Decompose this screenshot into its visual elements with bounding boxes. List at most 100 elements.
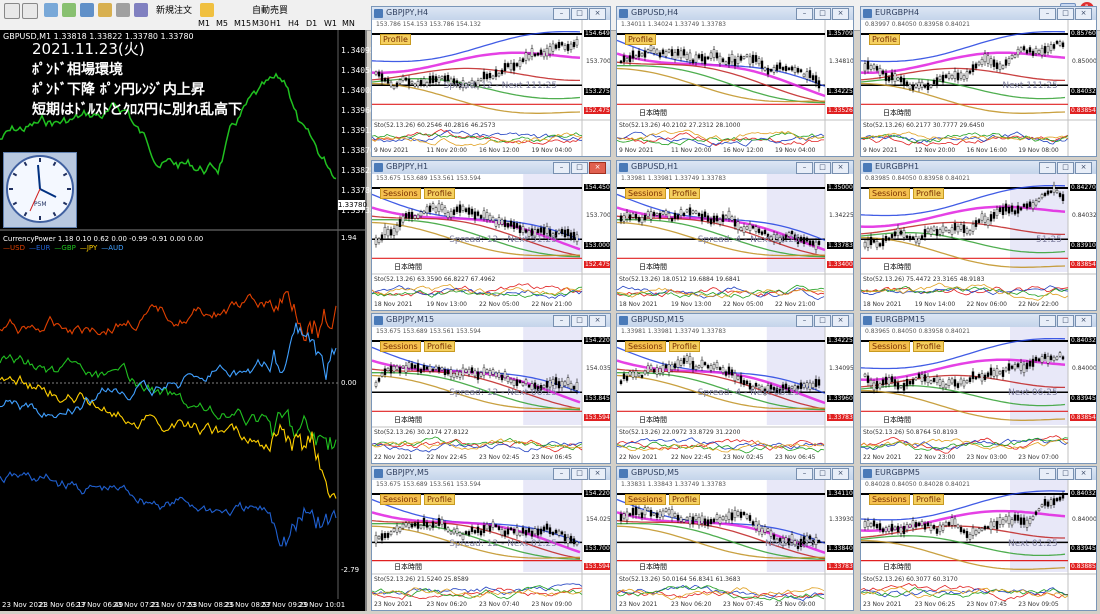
minimize-button[interactable]: – xyxy=(1039,8,1056,20)
window-title-bar[interactable]: GBPJPY,M5 – □ × xyxy=(372,467,610,481)
timeframe-mn[interactable]: MN xyxy=(342,19,355,28)
sessions-tag[interactable]: Sessions xyxy=(869,341,910,352)
sessions-tag[interactable]: Sessions xyxy=(625,494,666,505)
close-button[interactable]: × xyxy=(589,315,606,327)
new-chart-icon[interactable] xyxy=(44,3,58,17)
close-button[interactable]: × xyxy=(832,468,849,480)
maximize-button[interactable]: □ xyxy=(1057,8,1074,20)
chart-window-eurgbph4[interactable]: EURGBPH4– □ × 0.83997 0.84050 0.83958 0.840… xyxy=(860,6,1097,157)
chart-plot-area[interactable]: 153.675 153.689 153.561 153.594 Sessions P… xyxy=(372,327,610,463)
profile-tag[interactable]: Profile xyxy=(380,34,411,45)
window-title-bar[interactable]: GBPJPY,H1 – □ × xyxy=(372,161,610,175)
sessions-tag[interactable]: Sessions xyxy=(625,341,666,352)
minimize-button[interactable]: – xyxy=(796,162,813,174)
chart-plot-area[interactable]: 1.33981 1.33981 1.33749 1.33783 Sessions P… xyxy=(617,327,853,463)
close-button[interactable]: × xyxy=(589,8,606,20)
chart-plot-area[interactable]: 153.675 153.689 153.561 153.594 Sessions P… xyxy=(372,174,610,310)
profile-tag[interactable]: Profile xyxy=(669,188,700,199)
profiles-icon[interactable] xyxy=(62,3,76,17)
analog-clock[interactable]: P5M xyxy=(3,152,77,228)
chart-window-gbpusdh1[interactable]: GBPUSD,H1– □ × 1.33981 1.33981 1.33749 1.33… xyxy=(616,160,854,311)
maximize-button[interactable]: □ xyxy=(571,8,588,20)
maximize-button[interactable]: □ xyxy=(814,8,831,20)
new-order-button[interactable]: 新規注文 xyxy=(152,3,196,19)
close-button[interactable]: × xyxy=(832,8,849,20)
chart-plot-area[interactable]: 0.84028 0.84050 0.84028 0.84021 Sessions P… xyxy=(861,480,1096,610)
close-button[interactable]: × xyxy=(1075,315,1092,327)
window-title-bar[interactable]: GBPUSD,H4 – □ × xyxy=(617,7,853,21)
window-title-bar[interactable]: EURGBPH1 – □ × xyxy=(861,161,1096,175)
window-title-bar[interactable]: GBPUSD,H1 – □ × xyxy=(617,161,853,175)
sessions-tag[interactable]: Sessions xyxy=(625,188,666,199)
window-title-bar[interactable]: GBPJPY,M15 – □ × xyxy=(372,314,610,328)
profile-tag[interactable]: Profile xyxy=(424,494,455,505)
minimize-button[interactable]: – xyxy=(796,8,813,20)
window-title-bar[interactable]: GBPUSD,M15 – □ × xyxy=(617,314,853,328)
minimize-button[interactable]: – xyxy=(796,468,813,480)
minimize-button[interactable]: – xyxy=(553,162,570,174)
chart-window-gbpjpym15[interactable]: GBPJPY,M15– □ × 153.675 153.689 153.561 153… xyxy=(371,313,611,464)
window-title-bar[interactable]: GBPJPY,H4 – □ × xyxy=(372,7,610,21)
tester-icon[interactable] xyxy=(134,3,148,17)
window-title-bar[interactable]: EURGBPM15 – □ × xyxy=(861,314,1096,328)
chart-window-gbpusdm15[interactable]: GBPUSD,M15– □ × 1.33981 1.33981 1.33749 1.3… xyxy=(616,313,854,464)
chart-window-gbpjpyh4[interactable]: GBPJPY,H4– □ × 153.786 154.153 153.786 154.… xyxy=(371,6,611,157)
minimize-button[interactable]: – xyxy=(1039,162,1056,174)
profile-tag[interactable]: Profile xyxy=(424,341,455,352)
minimize-button[interactable]: – xyxy=(1039,315,1056,327)
close-button[interactable]: × xyxy=(589,162,606,174)
sessions-tag[interactable]: Sessions xyxy=(380,494,421,505)
timeframe-m30[interactable]: M30 xyxy=(252,19,269,28)
crosshair-icon[interactable] xyxy=(22,3,38,19)
minimize-button[interactable]: – xyxy=(553,315,570,327)
chart-plot-area[interactable]: 1.33831 1.33843 1.33749 1.33783 Sessions P… xyxy=(617,480,853,610)
chart-plot-area[interactable]: 153.675 153.689 153.561 153.594 Sessions P… xyxy=(372,480,610,610)
minimize-button[interactable]: – xyxy=(796,315,813,327)
sessions-tag[interactable]: Sessions xyxy=(869,494,910,505)
profile-tag[interactable]: Profile xyxy=(913,341,944,352)
timeframe-w1[interactable]: W1 xyxy=(324,19,337,28)
profile-tag[interactable]: Profile xyxy=(669,494,700,505)
maximize-button[interactable]: □ xyxy=(1057,162,1074,174)
maximize-button[interactable]: □ xyxy=(1057,315,1074,327)
maximize-button[interactable]: □ xyxy=(814,162,831,174)
timeframe-h4[interactable]: H4 xyxy=(288,19,299,28)
chart-window-gbpusdm5[interactable]: GBPUSD,M5– □ × 1.33831 1.33843 1.33749 1.33… xyxy=(616,466,854,611)
chart-window-gbpusdh4[interactable]: GBPUSD,H4– □ × 1.34011 1.34024 1.33749 1.33… xyxy=(616,6,854,157)
cursor-icon[interactable] xyxy=(4,3,20,19)
chart-window-gbpjpym5[interactable]: GBPJPY,M5– □ × 153.675 153.689 153.561 153.… xyxy=(371,466,611,611)
maximize-button[interactable]: □ xyxy=(571,162,588,174)
profile-tag[interactable]: Profile xyxy=(869,34,900,45)
auto-trade-button[interactable]: 自動売買 xyxy=(248,3,292,19)
chart-window-gbpjpyh1[interactable]: GBPJPY,H1– □ × 153.675 153.689 153.561 153.… xyxy=(371,160,611,311)
maximize-button[interactable]: □ xyxy=(814,315,831,327)
close-button[interactable]: × xyxy=(1075,162,1092,174)
timeframe-m5[interactable]: M5 xyxy=(216,19,228,28)
chart-window-eurgbpm5[interactable]: EURGBPM5– □ × 0.84028 0.84050 0.84028 0.840… xyxy=(860,466,1097,611)
navigator-icon[interactable] xyxy=(98,3,112,17)
maximize-button[interactable]: □ xyxy=(1057,468,1074,480)
minimize-button[interactable]: – xyxy=(553,8,570,20)
timeframe-m15[interactable]: M15 xyxy=(234,19,251,28)
terminal-icon[interactable] xyxy=(116,3,130,17)
maximize-button[interactable]: □ xyxy=(814,468,831,480)
window-title-bar[interactable]: GBPUSD,M5 – □ × xyxy=(617,467,853,481)
minimize-button[interactable]: – xyxy=(553,468,570,480)
chart-window-eurgbph1[interactable]: EURGBPH1– □ × 0.83985 0.84050 0.83958 0.840… xyxy=(860,160,1097,311)
close-button[interactable]: × xyxy=(832,162,849,174)
chart-plot-area[interactable]: 1.33981 1.33981 1.33749 1.33783 Sessions P… xyxy=(617,174,853,310)
chart-plot-area[interactable]: 153.786 154.153 153.786 154.132 Profile Sp… xyxy=(372,20,610,156)
close-button[interactable]: × xyxy=(832,315,849,327)
sessions-tag[interactable]: Sessions xyxy=(380,341,421,352)
maximize-button[interactable]: □ xyxy=(571,468,588,480)
profile-tag[interactable]: Profile xyxy=(424,188,455,199)
profile-tag[interactable]: Profile xyxy=(625,34,656,45)
profile-tag[interactable]: Profile xyxy=(913,188,944,199)
chart-plot-area[interactable]: 0.83985 0.84050 0.83958 0.84021 Sessions P… xyxy=(861,174,1096,310)
chart-plot-area[interactable]: 0.83965 0.84050 0.83958 0.84021 Sessions P… xyxy=(861,327,1096,463)
minimize-button[interactable]: – xyxy=(1039,468,1056,480)
sessions-tag[interactable]: Sessions xyxy=(869,188,910,199)
chart-plot-area[interactable]: 0.83997 0.84050 0.83958 0.84021 Profile Ne… xyxy=(861,20,1096,156)
metaeditor-icon[interactable] xyxy=(200,3,214,17)
profile-tag[interactable]: Profile xyxy=(669,341,700,352)
